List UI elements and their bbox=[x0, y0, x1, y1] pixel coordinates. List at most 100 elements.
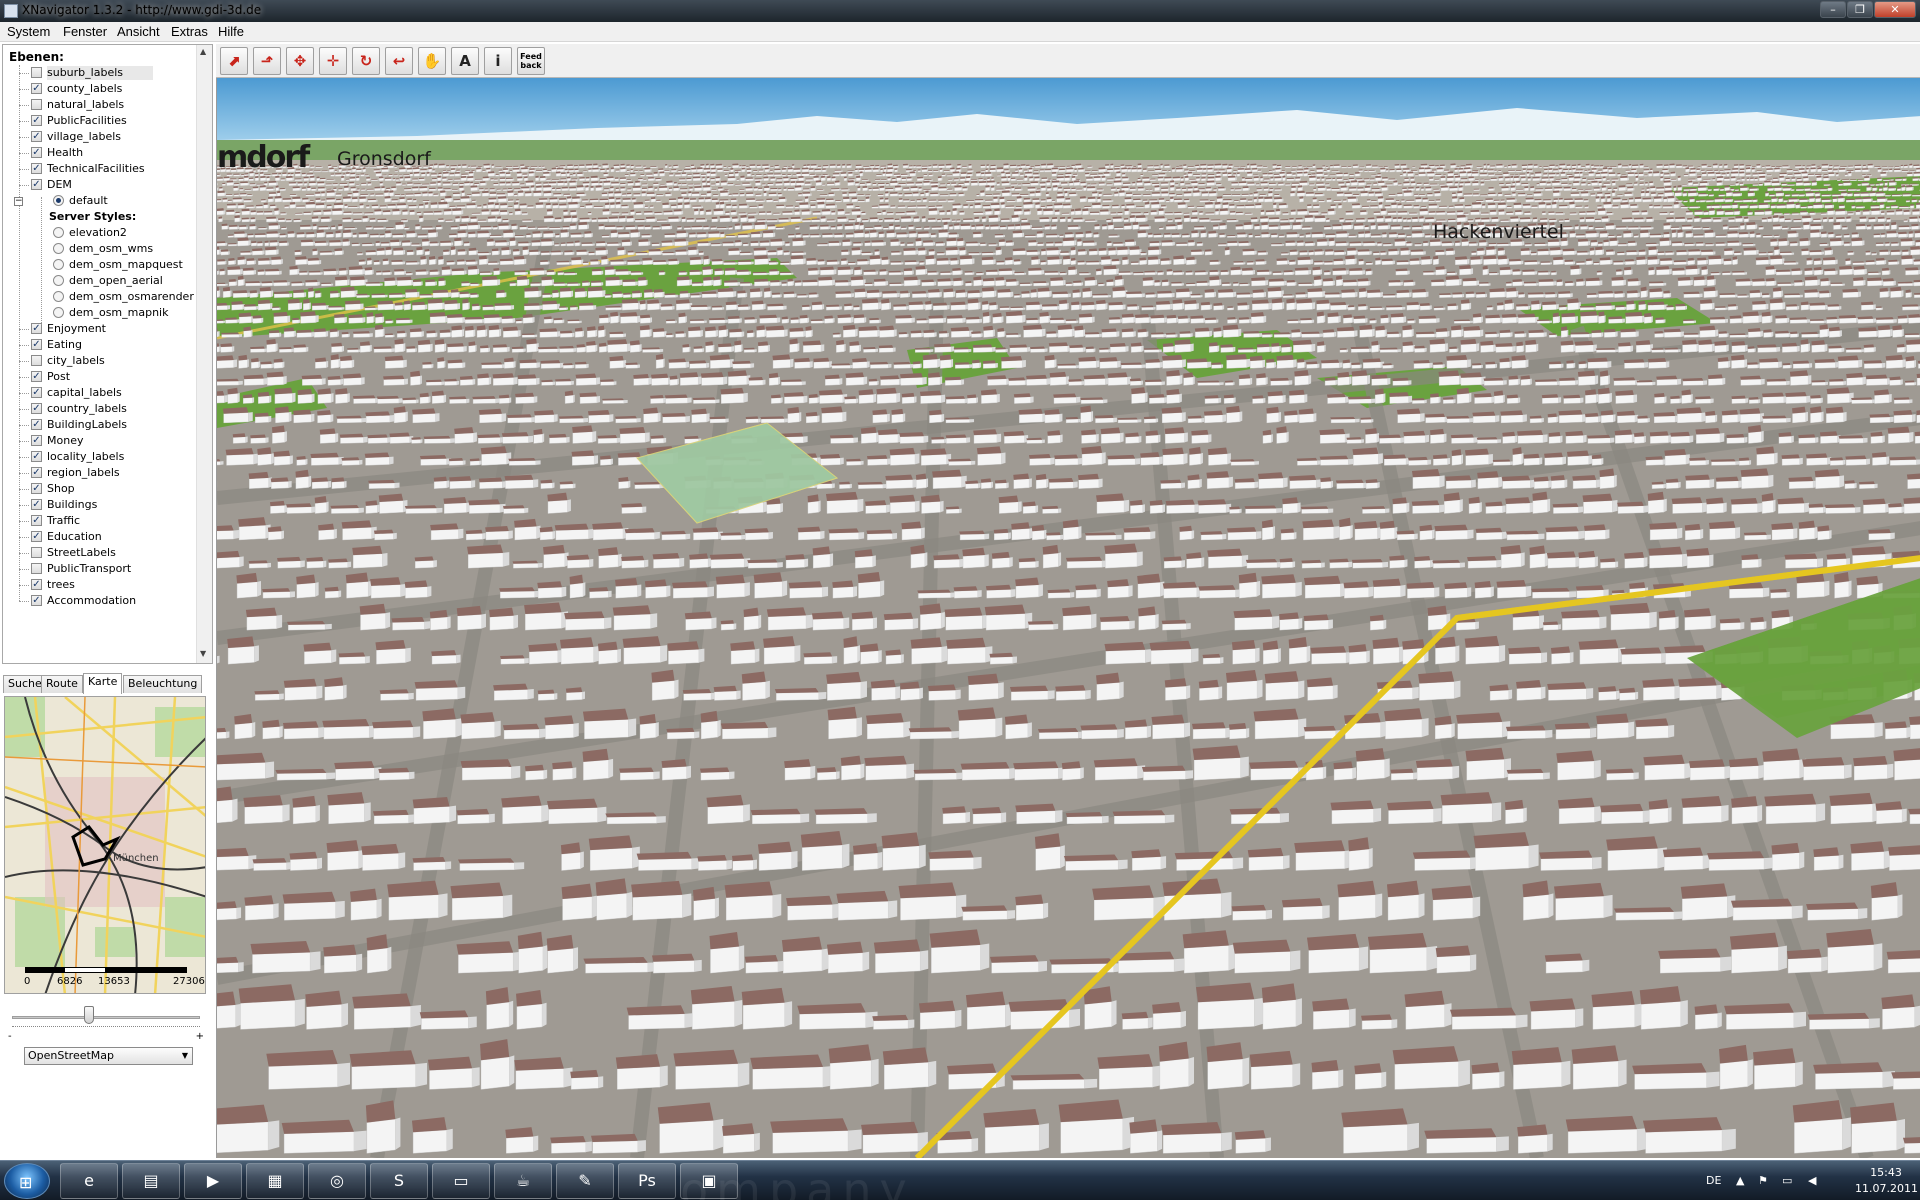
layer-checkbox[interactable] bbox=[31, 563, 42, 574]
layer-label: natural_labels bbox=[47, 98, 125, 111]
tray-flag-icon[interactable]: ⚑ bbox=[1758, 1174, 1768, 1187]
layer-checkbox[interactable]: ✓ bbox=[31, 579, 42, 590]
zoom-min-label: - bbox=[8, 1031, 12, 1042]
window-title: XNavigator 1.3.2 - http://www.gdi-3d.de bbox=[22, 3, 262, 17]
zoom-thumb[interactable] bbox=[84, 1006, 94, 1024]
dem-style-radio[interactable] bbox=[53, 195, 64, 206]
move-tool[interactable]: ✛ bbox=[319, 47, 347, 75]
layer-checkbox[interactable]: ✓ bbox=[31, 595, 42, 606]
layer-checkbox[interactable]: ✓ bbox=[31, 499, 42, 510]
feedback-tool[interactable]: Feed back bbox=[517, 47, 545, 75]
menu-extras[interactable]: Extras bbox=[171, 24, 208, 39]
layer-label: village_labels bbox=[47, 130, 122, 143]
layer-checkbox[interactable]: ✓ bbox=[31, 115, 42, 126]
tray-network-icon[interactable]: ▭ bbox=[1782, 1174, 1792, 1187]
layer-label: Shop bbox=[47, 482, 75, 495]
layer-checkbox[interactable] bbox=[31, 547, 42, 558]
tab-route[interactable]: Route bbox=[41, 675, 83, 693]
layer-checkbox[interactable]: ✓ bbox=[31, 371, 42, 382]
server-style-radio[interactable] bbox=[53, 307, 64, 318]
annotation-tool[interactable]: A bbox=[451, 47, 479, 75]
info-tool[interactable]: i bbox=[484, 47, 512, 75]
zoom-in-tool[interactable]: ⬈ bbox=[220, 47, 248, 75]
paint-icon[interactable]: ✎ bbox=[556, 1163, 614, 1199]
menu-hilfe[interactable]: Hilfe bbox=[218, 24, 244, 39]
tab-beleuchtung[interactable]: Beleuchtung bbox=[123, 675, 203, 693]
tray-expand-icon[interactable]: ▲ bbox=[1736, 1174, 1744, 1187]
start-button[interactable]: ⊞ bbox=[4, 1163, 50, 1199]
menu-ansicht[interactable]: Ansicht bbox=[117, 24, 160, 39]
zoom-track[interactable] bbox=[12, 1016, 200, 1019]
layer-checkbox[interactable]: ✓ bbox=[31, 483, 42, 494]
layer-checkbox[interactable]: ✓ bbox=[31, 435, 42, 446]
tray-language[interactable]: DE bbox=[1706, 1174, 1721, 1187]
image-viewer-icon[interactable]: ▣ bbox=[680, 1163, 738, 1199]
java-icon[interactable]: ☕ bbox=[494, 1163, 552, 1199]
server-style-radio[interactable] bbox=[53, 291, 64, 302]
windows-icon: ⊞ bbox=[19, 1173, 33, 1192]
layer-checkbox[interactable]: ✓ bbox=[31, 419, 42, 430]
layer-heading: Ebenen: bbox=[9, 50, 64, 64]
layer-checkbox[interactable]: ✓ bbox=[31, 147, 42, 158]
layer-checkbox[interactable]: ✓ bbox=[31, 179, 42, 190]
clock-date[interactable]: 11.07.2011 bbox=[1855, 1182, 1918, 1195]
menu-fenster[interactable]: Fenster bbox=[63, 24, 107, 39]
layer-label: BuildingLabels bbox=[47, 418, 128, 431]
skype-icon[interactable]: S bbox=[370, 1163, 428, 1199]
scroll-up-icon[interactable]: ▲ bbox=[200, 47, 206, 56]
layer-checkbox[interactable]: ✓ bbox=[31, 163, 42, 174]
explorer-icon[interactable]: ▤ bbox=[122, 1163, 180, 1199]
layer-checkbox[interactable]: ✓ bbox=[31, 531, 42, 542]
maximize-button[interactable]: ❐ bbox=[1847, 1, 1873, 18]
tilt-tool[interactable]: ⬏ bbox=[253, 47, 281, 75]
layer-checkbox[interactable]: ✓ bbox=[31, 387, 42, 398]
scale-label: 6826 bbox=[57, 976, 83, 987]
map-source-value: OpenStreetMap bbox=[28, 1049, 115, 1062]
notepad-icon[interactable]: ▦ bbox=[246, 1163, 304, 1199]
3d-map-view[interactable]: mdorf Gronsdorf Hackenviertel bbox=[216, 78, 1920, 1158]
menu-system[interactable]: System bbox=[7, 24, 50, 39]
rotate-tool[interactable]: ↻ bbox=[352, 47, 380, 75]
pan-tool[interactable]: ✥ bbox=[286, 47, 314, 75]
server-style-label: dem_osm_mapquest bbox=[69, 258, 183, 271]
close-button[interactable]: ✕ bbox=[1874, 1, 1916, 18]
layer-checkbox[interactable]: ✓ bbox=[31, 467, 42, 478]
dem-collapse-toggle[interactable]: − bbox=[14, 197, 23, 206]
layer-checkbox[interactable] bbox=[31, 99, 42, 110]
server-style-radio[interactable] bbox=[53, 259, 64, 270]
layer-checkbox[interactable]: ✓ bbox=[31, 451, 42, 462]
terminal-icon[interactable]: ▭ bbox=[432, 1163, 490, 1199]
layer-checkbox[interactable]: ✓ bbox=[31, 515, 42, 526]
tab-karte[interactable]: Karte bbox=[83, 673, 123, 694]
layer-scrollbar[interactable]: ▲ ▼ bbox=[196, 45, 212, 663]
clock-time[interactable]: 15:43 bbox=[1855, 1166, 1917, 1179]
tray-volume-icon[interactable]: ◀ bbox=[1808, 1174, 1816, 1187]
return-tool[interactable]: ↩ bbox=[385, 47, 413, 75]
zoom-slider[interactable]: - + bbox=[8, 1004, 204, 1042]
layer-checkbox[interactable]: ✓ bbox=[31, 339, 42, 350]
layer-checkbox[interactable] bbox=[31, 67, 42, 78]
server-style-label: dem_open_aerial bbox=[69, 274, 163, 287]
map-source-dropdown[interactable]: OpenStreetMap ▼ bbox=[24, 1047, 193, 1065]
overview-city-label: München bbox=[113, 853, 159, 864]
place-label-hackenviertel: Hackenviertel bbox=[1433, 221, 1564, 243]
layer-checkbox[interactable]: ✓ bbox=[31, 403, 42, 414]
overview-map[interactable]: München 0 6826 13653 27306 bbox=[4, 696, 206, 994]
photoshop-icon[interactable]: Ps bbox=[618, 1163, 676, 1199]
server-style-radio[interactable] bbox=[53, 227, 64, 238]
server-style-radio[interactable] bbox=[53, 243, 64, 254]
scale-label: 27306 bbox=[173, 976, 205, 987]
overview-map-graphic bbox=[5, 697, 205, 993]
minimize-button[interactable]: – bbox=[1820, 1, 1846, 18]
layer-label: DEM bbox=[47, 178, 72, 191]
server-style-radio[interactable] bbox=[53, 275, 64, 286]
app-g-icon[interactable]: ◎ bbox=[308, 1163, 366, 1199]
layer-label: Health bbox=[47, 146, 84, 159]
hand-tool[interactable]: ✋ bbox=[418, 47, 446, 75]
ie-icon[interactable]: e bbox=[60, 1163, 118, 1199]
layer-checkbox[interactable]: ✓ bbox=[31, 131, 42, 142]
layer-checkbox[interactable]: ✓ bbox=[31, 83, 42, 94]
media-player-icon[interactable]: ▶ bbox=[184, 1163, 242, 1199]
layer-checkbox[interactable] bbox=[31, 355, 42, 366]
scroll-down-icon[interactable]: ▼ bbox=[200, 649, 206, 658]
